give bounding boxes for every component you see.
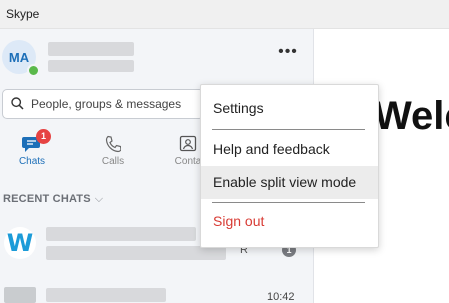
search-box[interactable]: People, groups & messages (2, 89, 204, 119)
tab-calls-label: Calls (101, 156, 125, 167)
profile-name-redacted (48, 42, 134, 56)
tab-chats-label: Chats (18, 156, 46, 167)
avatar-initials: MA (8, 49, 30, 65)
chat-name-redacted (46, 227, 196, 241)
window-title: Skype (6, 7, 40, 21)
title-bar: Skype (0, 0, 449, 29)
menu-item-help-feedback-label: Help and feedback (213, 141, 330, 157)
presence-indicator (27, 64, 40, 77)
chat-avatar-letter: W (6, 229, 34, 257)
search-icon (11, 97, 24, 110)
chat-timestamp: 10:42 (267, 291, 295, 303)
menu-item-sign-out-label: Sign out (213, 213, 265, 229)
chat-avatar-redacted (4, 287, 36, 303)
chat-preview-redacted (46, 246, 226, 260)
chat-name-redacted (46, 288, 166, 302)
unread-badge: 1 (36, 129, 51, 144)
welcome-heading: Welc (374, 94, 449, 138)
recent-chats-header[interactable]: RECENT CHATS ⌵ (3, 193, 103, 206)
more-options-button[interactable]: ••• (276, 44, 300, 63)
contacts-icon (179, 135, 197, 152)
tab-chats[interactable]: Chats 1 (2, 129, 62, 167)
search-placeholder: People, groups & messages (31, 97, 182, 111)
menu-separator (212, 202, 365, 203)
menu-item-sign-out[interactable]: Sign out (201, 205, 378, 238)
chevron-down-icon: ⌵ (94, 193, 104, 205)
menu-item-split-view-label: Enable split view mode (213, 174, 357, 190)
menu-separator (212, 129, 365, 130)
profile-status-redacted (48, 60, 134, 72)
w-logo-icon: W (4, 227, 36, 259)
menu-item-help-feedback[interactable]: Help and feedback (201, 133, 378, 166)
menu-item-settings-label: Settings (213, 100, 264, 116)
menu-item-split-view[interactable]: Enable split view mode (201, 166, 378, 199)
chat-list-item[interactable]: 10:42 (0, 281, 313, 303)
recent-chats-label: RECENT CHATS (3, 193, 91, 205)
tab-calls[interactable]: Calls (83, 129, 143, 167)
menu-item-settings[interactable]: Settings (201, 92, 378, 125)
phone-icon (105, 135, 121, 153)
more-options-menu: Settings Help and feedback Enable split … (200, 84, 379, 248)
